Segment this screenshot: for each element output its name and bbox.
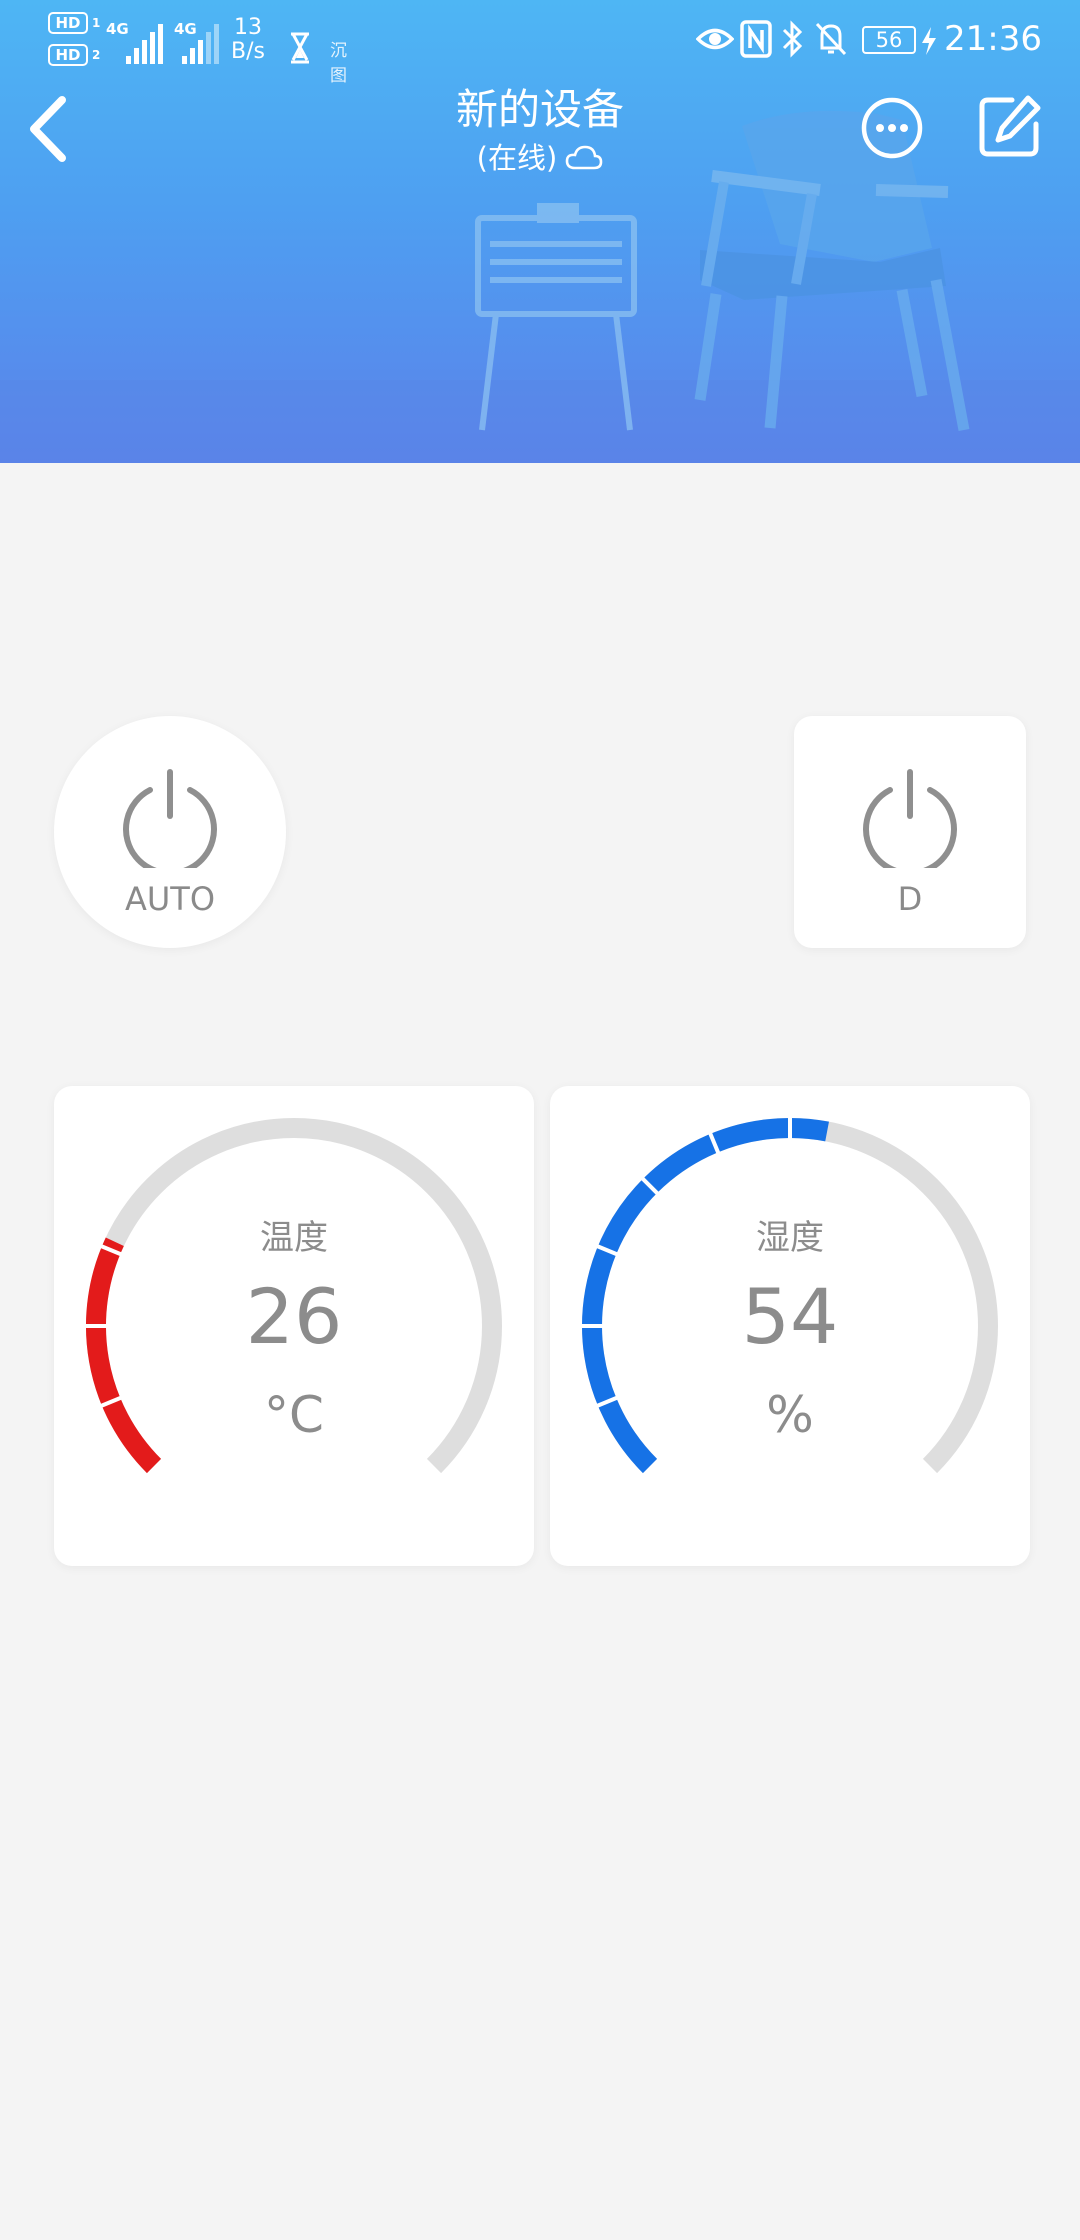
temperature-gauge-card: 温度 26 °C bbox=[54, 1086, 534, 1566]
sim2-signal-icon bbox=[182, 24, 219, 64]
sim1-hd-badge: HD bbox=[48, 12, 88, 34]
cloud-icon bbox=[566, 145, 603, 170]
status-time: 21:36 bbox=[944, 19, 1042, 59]
d-power-label: D bbox=[897, 880, 923, 918]
more-options-button[interactable] bbox=[860, 96, 924, 160]
app-notification-tag: 沉图 bbox=[330, 41, 347, 86]
charging-icon bbox=[922, 27, 936, 55]
hourglass-icon bbox=[291, 32, 309, 64]
edit-button[interactable] bbox=[978, 94, 1042, 158]
sim1-signal-icon bbox=[126, 24, 163, 64]
humidity-gauge-card: 湿度 54 % bbox=[550, 1086, 1030, 1566]
back-button[interactable] bbox=[22, 92, 76, 166]
humidity-value: 54 bbox=[741, 1272, 839, 1361]
status-bar: HD 1 HD 2 4G 4G 13 B/s 沉图 56 21:36 bbox=[0, 0, 1080, 86]
online-status-text: (在线) bbox=[476, 141, 558, 175]
humidity-label: 湿度 bbox=[756, 1218, 824, 1258]
mute-bell-icon bbox=[815, 22, 847, 56]
connection-status: (在线) bbox=[477, 138, 604, 178]
d-power-button[interactable]: D bbox=[794, 716, 1026, 948]
auto-power-label: AUTO bbox=[124, 880, 216, 918]
sim2-hd-badge: HD bbox=[48, 44, 88, 66]
nfc-icon bbox=[740, 20, 772, 58]
network-speed-unit: B/s bbox=[231, 39, 265, 64]
page-title: 新的设备 bbox=[455, 85, 624, 134]
sim2-number: 2 bbox=[92, 48, 101, 62]
network-speed: 13 B/s bbox=[228, 16, 268, 64]
power-icon bbox=[123, 769, 217, 868]
title-block: 新的设备 (在线) bbox=[340, 82, 740, 178]
power-icon bbox=[863, 769, 957, 868]
humidity-unit: % bbox=[766, 1386, 814, 1444]
auto-power-button[interactable]: AUTO bbox=[54, 716, 286, 948]
device-header: HD 1 HD 2 4G 4G 13 B/s 沉图 56 21:36 新的设备 … bbox=[0, 0, 1080, 463]
temperature-label: 温度 bbox=[260, 1218, 328, 1258]
battery-indicator: 56 bbox=[862, 26, 916, 54]
bluetooth-icon bbox=[782, 20, 803, 58]
eye-icon bbox=[696, 28, 734, 50]
temperature-value: 26 bbox=[245, 1272, 343, 1361]
temperature-unit: °C bbox=[264, 1386, 324, 1444]
sim1-number: 1 bbox=[92, 16, 101, 30]
network-speed-value: 13 bbox=[234, 15, 262, 40]
